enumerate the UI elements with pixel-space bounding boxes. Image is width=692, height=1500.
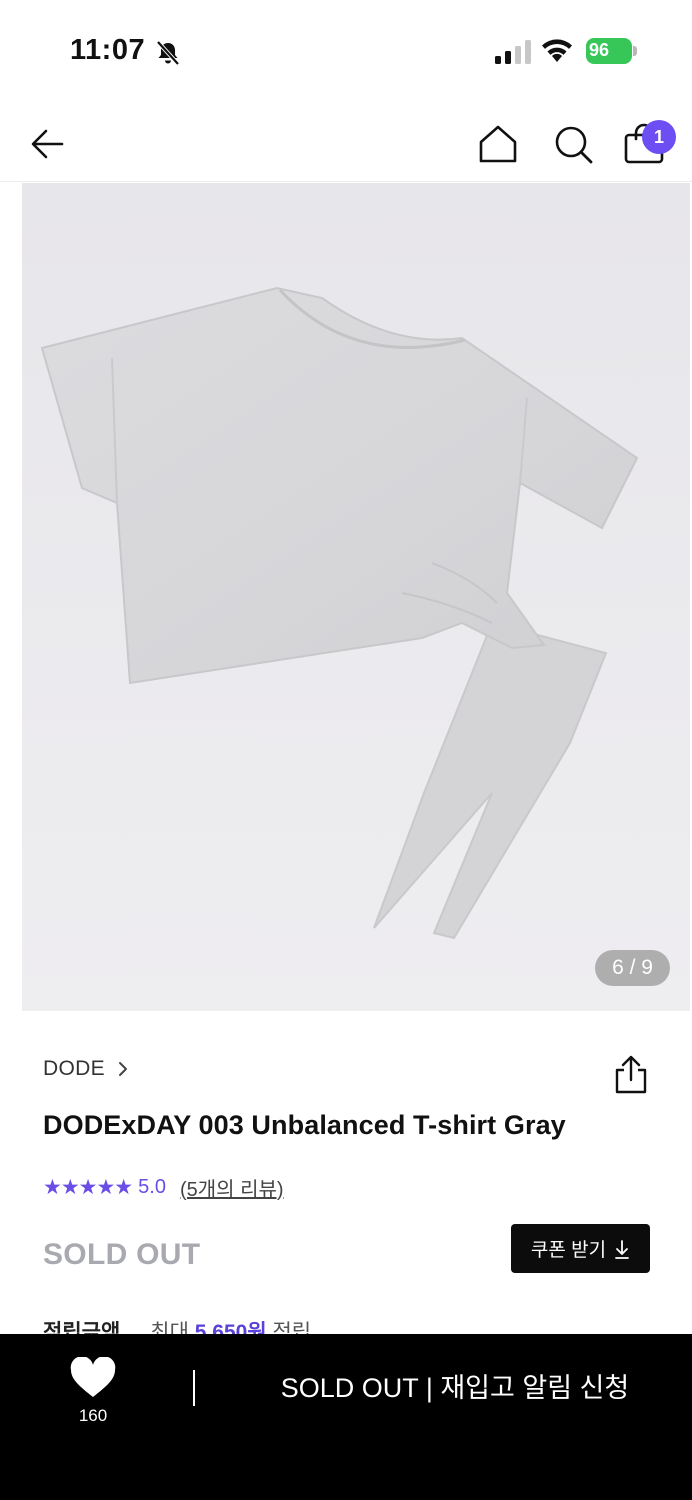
image-counter: 6 / 9 bbox=[595, 950, 670, 986]
rating-stars: ★★★★★ bbox=[43, 1175, 133, 1199]
coupon-button-label: 쿠폰 받기 bbox=[530, 1240, 607, 1261]
cart-count-badge: 1 bbox=[642, 120, 676, 154]
bottom-action-bar: 160 SOLD OUT | 재입고 알림 신청 bbox=[0, 1334, 692, 1500]
get-coupon-button[interactable]: 쿠폰 받기 bbox=[511, 1224, 650, 1273]
sold-out-status: SOLD OUT bbox=[43, 1238, 201, 1271]
battery-percent: 96 bbox=[589, 40, 610, 60]
heart-icon bbox=[70, 1357, 116, 1397]
download-arrow-icon bbox=[615, 1239, 629, 1259]
rating-score: 5.0 bbox=[138, 1175, 166, 1198]
like-count: 160 bbox=[78, 1406, 108, 1425]
cellular-signal-icon bbox=[495, 40, 531, 64]
product-photo-tshirt bbox=[22, 183, 690, 1011]
divider bbox=[193, 1370, 195, 1406]
share-icon[interactable] bbox=[611, 1053, 651, 1095]
search-icon[interactable] bbox=[551, 122, 595, 166]
restock-alert-button[interactable]: SOLD OUT | 재입고 알림 신청 bbox=[240, 1366, 670, 1410]
like-button[interactable]: 160 bbox=[60, 1354, 126, 1432]
chevron-right-icon bbox=[118, 1062, 127, 1076]
top-nav-bar bbox=[0, 100, 692, 182]
wifi-icon bbox=[542, 39, 572, 62]
review-count-link[interactable]: (5개의 리뷰) bbox=[180, 1173, 284, 1202]
back-arrow-icon[interactable] bbox=[26, 122, 70, 166]
rating-row: ★★★★★ 5.0 (5개의 리뷰) bbox=[43, 1173, 284, 1202]
battery-indicator: 96 bbox=[586, 38, 638, 64]
home-icon[interactable] bbox=[476, 122, 520, 166]
status-bar: 11:07 96 bbox=[0, 0, 692, 100]
product-title: DODExDAY 003 Unbalanced T-shirt Gray bbox=[43, 1110, 566, 1140]
product-image-gallery[interactable]: 6 / 9 bbox=[22, 183, 690, 1011]
brand-link[interactable]: DODE bbox=[43, 1055, 131, 1083]
status-time: 11:07 bbox=[70, 34, 146, 66]
brand-name: DODE bbox=[43, 1057, 105, 1080]
bell-off-icon bbox=[156, 40, 180, 66]
